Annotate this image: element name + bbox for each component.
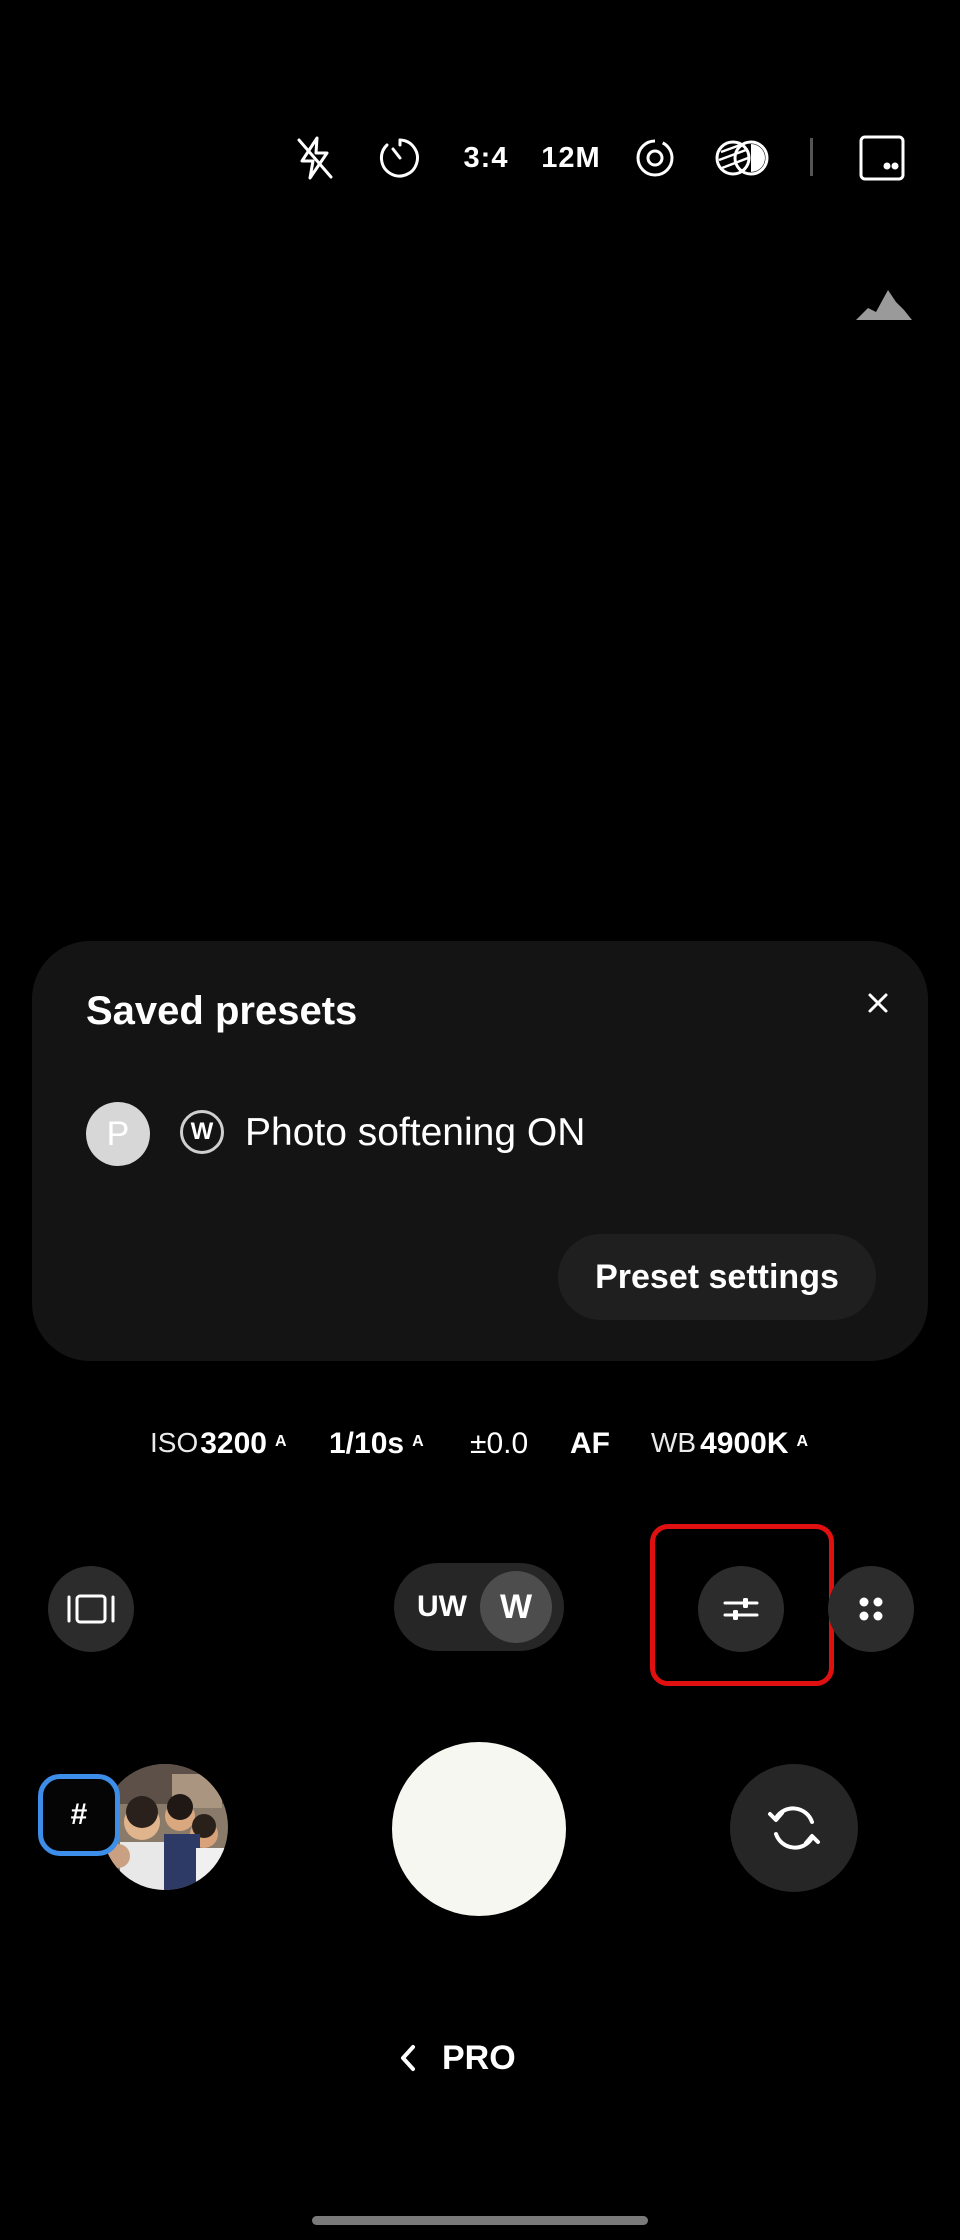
auto-indicator: A bbox=[796, 1433, 809, 1450]
histogram-icon[interactable] bbox=[856, 286, 912, 322]
preset-settings-button[interactable]: Preset settings bbox=[558, 1234, 876, 1320]
shutter-button[interactable] bbox=[392, 1742, 566, 1916]
pro-setting-value: AF bbox=[570, 1427, 610, 1460]
lens-w-button[interactable]: W bbox=[480, 1571, 552, 1643]
close-icon[interactable] bbox=[852, 977, 904, 1029]
aspect-ratio-button[interactable]: 3:4 bbox=[456, 128, 516, 188]
gallery-thumbnail[interactable] bbox=[102, 1764, 228, 1890]
panel-title: Saved presets bbox=[86, 989, 358, 1033]
pro-setting-label: ISO bbox=[150, 1427, 199, 1458]
pro-setting-value: 1/10s bbox=[329, 1427, 405, 1460]
pro-setting-exposure[interactable]: ±0.0 bbox=[470, 1427, 528, 1471]
preset-avatar[interactable]: P bbox=[86, 1102, 150, 1166]
pro-setting-label: WB bbox=[651, 1427, 697, 1458]
frame-icon[interactable] bbox=[48, 1566, 134, 1652]
mode-selector[interactable]: PRO bbox=[400, 2033, 516, 2083]
timer-icon[interactable] bbox=[377, 128, 423, 188]
auto-indicator: A bbox=[274, 1433, 287, 1450]
pro-setting-value: 4900K bbox=[700, 1427, 789, 1460]
pro-setting-shutter-speed[interactable]: 1/10s A bbox=[329, 1427, 424, 1471]
chevron-left-icon bbox=[400, 2044, 416, 2072]
lens-badge: W bbox=[180, 1110, 224, 1154]
top-bar-divider bbox=[810, 138, 813, 176]
pro-setting-value: ±0.0 bbox=[470, 1427, 529, 1460]
pro-setting-value: 3200 bbox=[200, 1427, 267, 1460]
settings-icon[interactable] bbox=[858, 128, 906, 188]
auto-indicator: A bbox=[412, 1433, 424, 1450]
highlight-box bbox=[650, 1524, 834, 1686]
saved-presets-panel: Saved presets P W Photo softening ON Pre… bbox=[32, 941, 928, 1361]
lens-uw-button[interactable]: UW bbox=[414, 1563, 470, 1651]
preset-name[interactable]: Photo softening ON bbox=[245, 1111, 585, 1155]
resolution-button[interactable]: 12M bbox=[538, 128, 604, 188]
pro-setting-white-balance[interactable]: WB 4900K A bbox=[651, 1427, 808, 1471]
filters-icon[interactable] bbox=[712, 128, 772, 188]
home-indicator[interactable] bbox=[312, 2216, 648, 2225]
lens-selector: UW W bbox=[394, 1563, 564, 1651]
more-grid-icon[interactable] bbox=[828, 1566, 914, 1652]
pro-setting-iso[interactable]: ISO 3200 A bbox=[150, 1427, 287, 1471]
motion-photo-icon[interactable] bbox=[632, 128, 678, 188]
mode-label: PRO bbox=[442, 2038, 516, 2077]
tag-button[interactable]: # bbox=[38, 1774, 120, 1856]
flash-off-icon[interactable] bbox=[292, 128, 338, 188]
pro-setting-focus[interactable]: AF bbox=[570, 1427, 610, 1471]
switch-camera-icon[interactable] bbox=[730, 1764, 858, 1892]
